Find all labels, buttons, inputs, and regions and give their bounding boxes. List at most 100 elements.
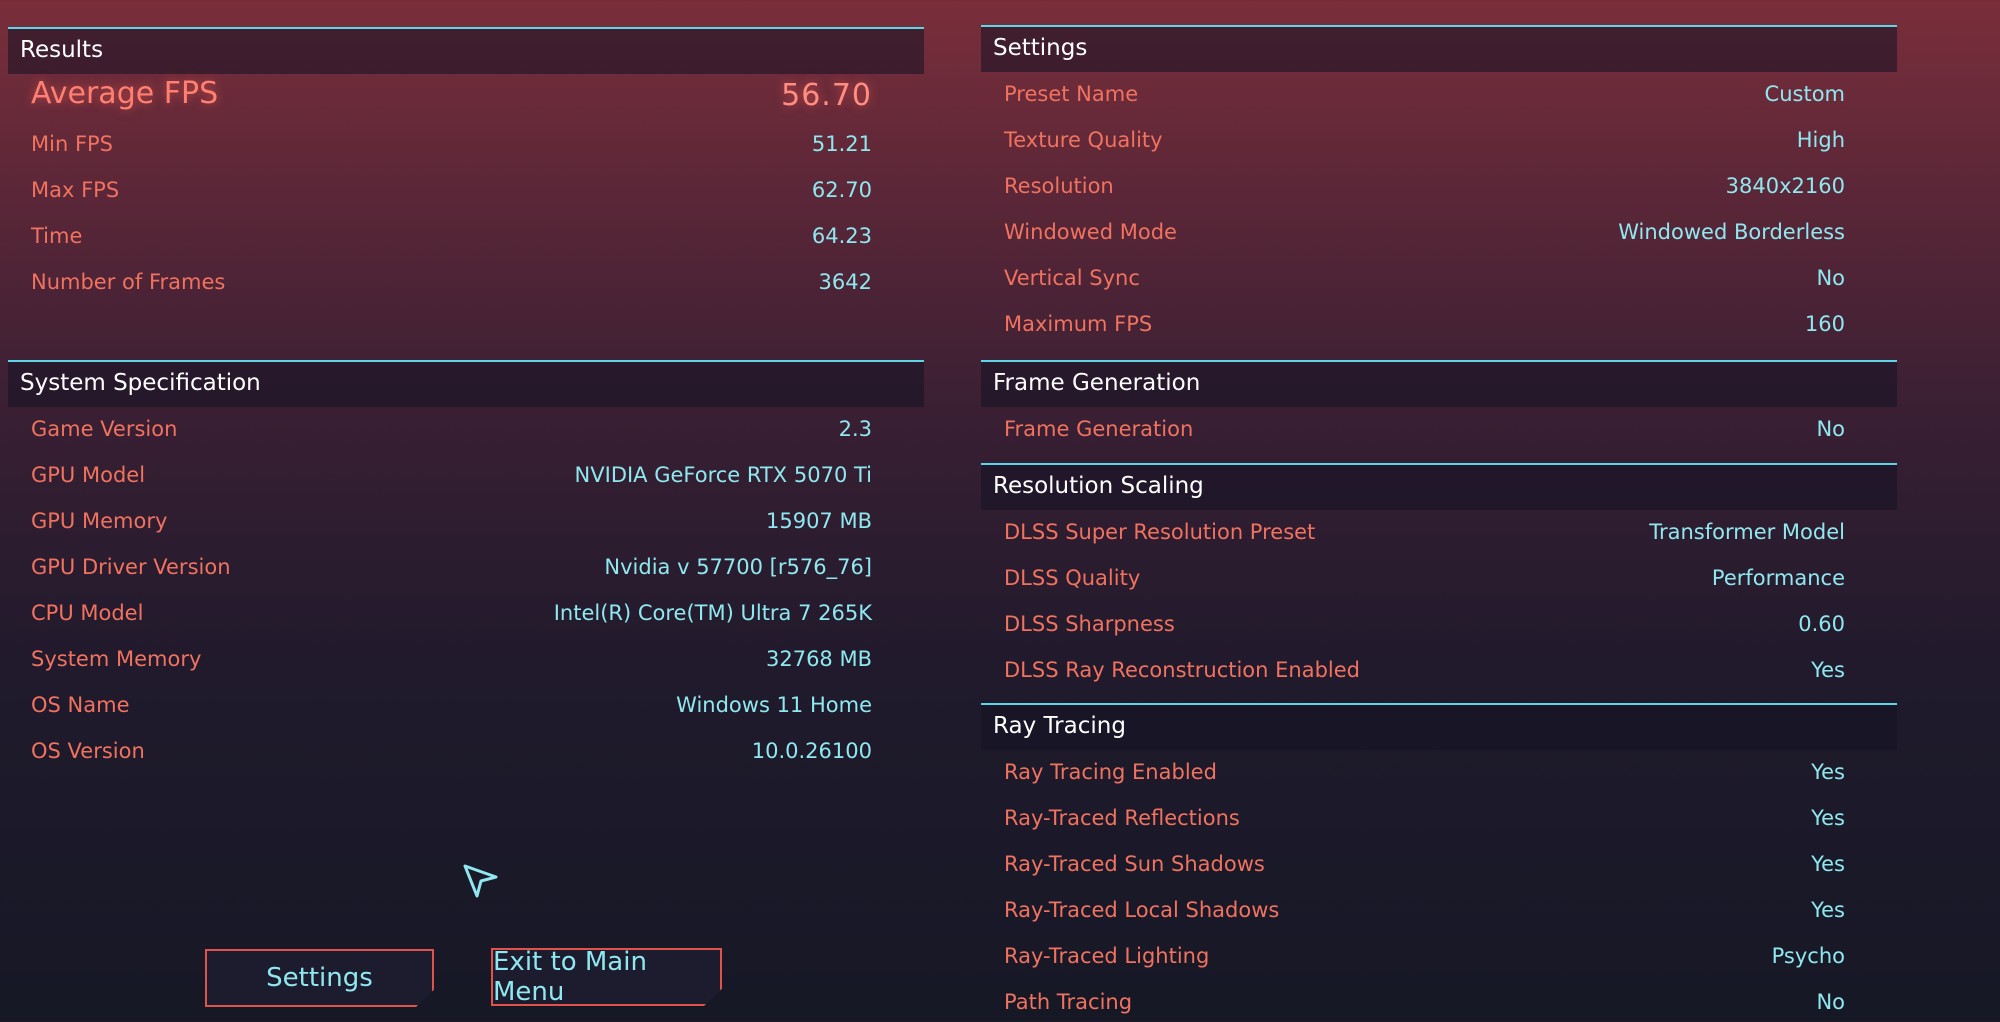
results-row-frames: Number of Frames 3642: [8, 260, 924, 306]
row-value: 15907 MB: [765, 509, 872, 533]
row-label: Resolution: [1004, 174, 1114, 198]
ray-tracing-title: Ray Tracing: [993, 713, 1126, 739]
ray-tracing-row-sun-shadows: Ray-Traced Sun Shadows Yes: [981, 842, 1897, 888]
row-label: Ray-Traced Lighting: [1004, 944, 1210, 968]
row-value: 56.70: [781, 78, 872, 113]
row-label: Preset Name: [1004, 82, 1139, 106]
row-label: Ray Tracing Enabled: [1004, 760, 1217, 784]
results-header: Results: [8, 27, 924, 74]
row-value: Yes: [1811, 760, 1845, 784]
system-row-gpu-model: GPU Model NVIDIA GeForce RTX 5070 Ti: [8, 453, 924, 499]
system-row-game-version: Game Version 2.3: [8, 407, 924, 453]
row-value: 10.0.26100: [751, 739, 872, 763]
row-value: Yes: [1811, 898, 1845, 922]
settings-title: Settings: [993, 35, 1088, 61]
ray-tracing-panel: Ray Tracing Ray Tracing Enabled Yes Ray-…: [981, 703, 1897, 1022]
row-value: Yes: [1811, 658, 1845, 682]
row-label: DLSS Ray Reconstruction Enabled: [1004, 658, 1361, 682]
system-row-system-memory: System Memory 32768 MB: [8, 637, 924, 683]
row-value: No: [1816, 990, 1845, 1014]
resolution-scaling-row-dlss-ray-reconstruction: DLSS Ray Reconstruction Enabled Yes: [981, 648, 1897, 694]
results-row-time: Time 64.23: [8, 214, 924, 260]
system-row-gpu-memory: GPU Memory 15907 MB: [8, 499, 924, 545]
settings-header: Settings: [981, 25, 1897, 72]
ray-tracing-row-lighting: Ray-Traced Lighting Psycho: [981, 934, 1897, 980]
row-label: Game Version: [31, 417, 178, 441]
row-value: 3840x2160: [1725, 174, 1845, 198]
settings-button-label: Settings: [266, 963, 373, 993]
row-value: Custom: [1764, 82, 1845, 106]
row-value: Nvidia v 57700 [r576_76]: [604, 555, 872, 579]
system-row-gpu-driver: GPU Driver Version Nvidia v 57700 [r576_…: [8, 545, 924, 591]
row-label: DLSS Quality: [1004, 566, 1141, 590]
row-value: 62.70: [811, 178, 872, 202]
row-label: DLSS Super Resolution Preset: [1004, 520, 1316, 544]
settings-panel: Settings Preset Name Custom Texture Qual…: [981, 25, 1897, 348]
system-row-cpu-model: CPU Model Intel(R) Core(TM) Ultra 7 265K: [8, 591, 924, 637]
ray-tracing-row-reflections: Ray-Traced Reflections Yes: [981, 796, 1897, 842]
system-title: System Specification: [20, 370, 261, 396]
row-value: 3642: [818, 270, 872, 294]
row-label: Ray-Traced Local Shadows: [1004, 898, 1280, 922]
row-label: Ray-Traced Sun Shadows: [1004, 852, 1265, 876]
resolution-scaling-row-dlss-preset: DLSS Super Resolution Preset Transformer…: [981, 510, 1897, 556]
row-value: High: [1796, 128, 1845, 152]
results-row-max-fps: Max FPS 62.70: [8, 168, 924, 214]
row-label: Time: [31, 224, 83, 248]
ray-tracing-header: Ray Tracing: [981, 703, 1897, 750]
system-row-os-name: OS Name Windows 11 Home: [8, 683, 924, 729]
row-label: Windowed Mode: [1004, 220, 1177, 244]
row-value: 51.21: [811, 132, 872, 156]
row-label: GPU Memory: [31, 509, 168, 533]
settings-row-texture-quality: Texture Quality High: [981, 118, 1897, 164]
results-title: Results: [20, 37, 104, 63]
row-value: 2.3: [838, 417, 872, 441]
row-value: 64.23: [811, 224, 872, 248]
row-label: DLSS Sharpness: [1004, 612, 1175, 636]
row-label: Max FPS: [31, 178, 120, 202]
row-value: NVIDIA GeForce RTX 5070 Ti: [574, 463, 872, 487]
row-value: No: [1816, 266, 1845, 290]
row-value: No: [1816, 417, 1845, 441]
system-row-os-version: OS Version 10.0.26100: [8, 729, 924, 775]
row-label: GPU Model: [31, 463, 146, 487]
resolution-scaling-row-dlss-sharpness: DLSS Sharpness 0.60: [981, 602, 1897, 648]
frame-generation-header: Frame Generation: [981, 360, 1897, 407]
results-row-average-fps: Average FPS 56.70: [8, 74, 924, 122]
results-panel: Results Average FPS 56.70 Min FPS 51.21 …: [8, 27, 924, 306]
row-value: Psycho: [1771, 944, 1845, 968]
row-label: Ray-Traced Reflections: [1004, 806, 1240, 830]
settings-row-resolution: Resolution 3840x2160: [981, 164, 1897, 210]
row-value: Yes: [1811, 852, 1845, 876]
resolution-scaling-row-dlss-quality: DLSS Quality Performance: [981, 556, 1897, 602]
row-label: Vertical Sync: [1004, 266, 1140, 290]
row-label: Maximum FPS: [1004, 312, 1153, 336]
cursor-arrow-icon: [463, 864, 498, 898]
row-label: Average FPS: [31, 76, 219, 111]
row-label: GPU Driver Version: [31, 555, 231, 579]
row-value: Windows 11 Home: [676, 693, 872, 717]
system-panel: System Specification Game Version 2.3 GP…: [8, 360, 924, 775]
row-value: 160: [1804, 312, 1845, 336]
exit-to-main-menu-button[interactable]: Exit to Main Menu: [491, 948, 722, 1006]
frame-generation-row: Frame Generation No: [981, 407, 1897, 453]
row-value: Transformer Model: [1649, 520, 1845, 544]
row-value: Windowed Borderless: [1618, 220, 1845, 244]
row-value: Yes: [1811, 806, 1845, 830]
settings-row-preset-name: Preset Name Custom: [981, 72, 1897, 118]
frame-generation-panel: Frame Generation Frame Generation No: [981, 360, 1897, 453]
ray-tracing-row-path-tracing: Path Tracing No: [981, 980, 1897, 1022]
row-value: 0.60: [1798, 612, 1845, 636]
row-label: CPU Model: [31, 601, 144, 625]
settings-row-maximum-fps: Maximum FPS 160: [981, 302, 1897, 348]
row-label: OS Version: [31, 739, 145, 763]
settings-button[interactable]: Settings: [205, 949, 434, 1007]
row-value: Performance: [1711, 566, 1845, 590]
results-row-min-fps: Min FPS 51.21: [8, 122, 924, 168]
row-label: Frame Generation: [1004, 417, 1194, 441]
exit-button-label: Exit to Main Menu: [493, 947, 647, 1007]
ray-tracing-row-enabled: Ray Tracing Enabled Yes: [981, 750, 1897, 796]
row-label: Min FPS: [31, 132, 114, 156]
row-label: Texture Quality: [1004, 128, 1163, 152]
resolution-scaling-header: Resolution Scaling: [981, 463, 1897, 510]
